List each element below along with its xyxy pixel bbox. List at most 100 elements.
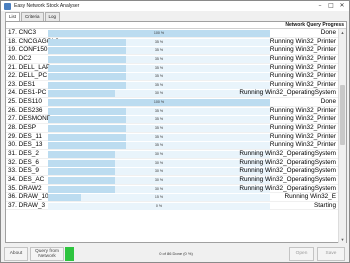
- tab-criteria[interactable]: Criteria: [21, 12, 44, 21]
- row-name: 24. DES1-PC: [8, 89, 47, 97]
- progress-percent: 30 %: [154, 169, 164, 174]
- row-status: Running Win32_OperatingSystem: [239, 184, 336, 192]
- about-button[interactable]: About: [4, 247, 28, 261]
- list-row[interactable]: 23. DES1 35 % Running Win32_Printer: [6, 81, 338, 90]
- row-name: 37. DRAW_3: [8, 201, 46, 209]
- list-row[interactable]: 35. DRAW2 30 % Running Win32_OperatingSyst…: [6, 185, 338, 194]
- progress-percent: 35 %: [154, 108, 164, 113]
- progress-percent: 30 %: [154, 177, 164, 182]
- list-row[interactable]: 22. DELL_PC 35 % Running Win32_Printer: [6, 72, 338, 81]
- row-status: Running Win32_Printer: [269, 63, 336, 71]
- progress-bar: 35 %: [48, 47, 270, 55]
- progress-percent: 30 %: [154, 91, 164, 96]
- list-row[interactable]: 34. DES_AC 30 % Running Win32_OperatingSys…: [6, 176, 338, 185]
- progress-percent: 35 %: [154, 65, 164, 70]
- progress-percent: 35 %: [154, 82, 164, 87]
- list-row[interactable]: 20. DC2 35 % Running Win32_Printer: [6, 55, 338, 64]
- header-title: Network Query Progress: [285, 22, 344, 28]
- progress-bar: 35 %: [48, 125, 270, 133]
- maximize-button[interactable]: □: [326, 2, 336, 9]
- list-row[interactable]: 31. DES_2 30 % Running Win32_OperatingSyst…: [6, 150, 338, 159]
- tab-log[interactable]: Log: [44, 12, 61, 21]
- list-row[interactable]: 29. DES_11 35 % Running Win32_Printer: [6, 133, 338, 142]
- progress-percent: 100 %: [153, 31, 165, 35]
- list-row[interactable]: 17. CNC3 100 % Done: [6, 29, 338, 38]
- progress-percent: 30 %: [154, 151, 164, 156]
- save-button[interactable]: Save: [317, 247, 345, 261]
- list-header: Network Query Progress: [6, 22, 346, 29]
- row-name: 32. DES_6: [8, 158, 39, 166]
- progress-bar: 35 %: [48, 107, 270, 115]
- row-status: Running Win32_Printer: [269, 46, 336, 54]
- list-row[interactable]: 28. DESP 35 % Running Win32_Printer: [6, 124, 338, 133]
- progress-bar: 100 %: [48, 30, 270, 37]
- row-name: 31. DES_2: [8, 149, 39, 157]
- progress-bar: 15 %: [48, 194, 270, 202]
- row-status: Running Win32_OperatingSystem: [239, 175, 336, 183]
- list-row[interactable]: 32. DES_6 30 % Running Win32_OperatingSyst…: [6, 159, 338, 168]
- app-window: Easy Network Stock Analyser – □ ✕ List C…: [0, 0, 350, 263]
- progress-list[interactable]: 17. CNC3 100 % Done 18. CNCGAGOL2 35 % Runnin…: [6, 29, 338, 243]
- row-name: 17. CNC3: [8, 29, 37, 36]
- progress-percent: 35 %: [154, 143, 164, 148]
- status-indicator: [65, 247, 74, 261]
- row-name: 25. DES110: [8, 98, 42, 106]
- progress-percent: 35 %: [154, 134, 164, 139]
- row-name: 34. DES_AC: [8, 175, 45, 183]
- progress-bar: 30 %: [48, 185, 270, 193]
- progress-bar: 35 %: [48, 142, 270, 150]
- progress-bar: 30 %: [48, 150, 270, 158]
- progress-percent: 30 %: [154, 186, 164, 191]
- progress-bar: 35 %: [48, 55, 270, 63]
- scroll-down-icon[interactable]: ▼: [339, 236, 346, 243]
- row-name: 19. CONF150: [8, 46, 48, 54]
- row-status: Running Win32_Printer: [269, 124, 336, 132]
- minimize-button[interactable]: –: [315, 2, 325, 9]
- row-status: Running Win32_Printer: [269, 80, 336, 88]
- row-name: 20. DC2: [8, 54, 32, 62]
- list-row[interactable]: 21. DELL_LAP 35 % Running Win32_Printer: [6, 64, 338, 73]
- progress-bar: 35 %: [48, 64, 270, 72]
- list-row[interactable]: 25. DES110 100 % Done: [6, 98, 338, 107]
- progress-percent: 35 %: [154, 48, 164, 53]
- row-name: 27. DESMOND: [8, 115, 52, 123]
- scroll-up-icon[interactable]: ▲: [339, 29, 346, 36]
- row-name: 36. DRAW_10: [8, 193, 49, 201]
- progress-percent: 35 %: [154, 117, 164, 122]
- list-row[interactable]: 36. DRAW_10 15 % Running Win32_E: [6, 193, 338, 202]
- list-row[interactable]: 24. DES1-PC 30 % Running Win32_OperatingSy…: [6, 89, 338, 99]
- list-row[interactable]: 26. DES236 35 % Running Win32_Printer: [6, 107, 338, 116]
- list-row[interactable]: 27. DESMOND 35 % Running Win32_Printer: [6, 115, 338, 125]
- progress-percent: 35 %: [154, 39, 164, 44]
- bottom-toolbar: About Query from Network 0 of 86 Done (0 …: [1, 245, 349, 263]
- scroll-thumb[interactable]: [340, 85, 345, 145]
- row-name: 26. DES236: [8, 106, 43, 114]
- row-name: 22. DELL_PC: [8, 72, 48, 80]
- list-row[interactable]: 33. DES_9 30 % Running Win32_OperatingSyst…: [6, 167, 338, 176]
- overall-status-text: 0 of 86 Done (0 %): [159, 251, 193, 256]
- row-status: Done: [320, 98, 336, 106]
- list-row[interactable]: 18. CNCGAGOL2 35 % Running Win32_Printer: [6, 38, 338, 47]
- progress-bar: 30 %: [48, 90, 270, 98]
- progress-panel: Network Query Progress 17. CNC3 100 % Done…: [5, 21, 347, 243]
- row-name: 30. DES_13: [8, 141, 43, 149]
- row-status: Running Win32_OperatingSystem: [239, 158, 336, 166]
- row-status: Running Win32_Printer: [269, 106, 336, 114]
- progress-percent: 30 %: [154, 160, 164, 165]
- progress-bar: 30 %: [48, 159, 270, 167]
- progress-percent: 35 %: [154, 126, 164, 131]
- list-row[interactable]: 37. DRAW_3 0 % Starting: [6, 202, 338, 211]
- row-status: Running Win32_Printer: [269, 132, 336, 140]
- list-row[interactable]: 19. CONF150 35 % Running Win32_Printer: [6, 46, 338, 55]
- close-button[interactable]: ✕: [337, 2, 347, 9]
- progress-bar: 35 %: [48, 81, 270, 89]
- list-row[interactable]: 30. DES_13 35 % Running Win32_Printer: [6, 141, 338, 150]
- open-button[interactable]: Open: [289, 247, 314, 261]
- query-network-button[interactable]: Query from Network: [30, 247, 64, 261]
- vertical-scrollbar[interactable]: ▲ ▼: [338, 29, 346, 243]
- tab-strip: List Criteria Log: [5, 12, 61, 21]
- tab-list[interactable]: List: [5, 12, 21, 21]
- row-status: Starting: [313, 201, 336, 209]
- row-status: Running Win32_Printer: [269, 54, 336, 62]
- progress-percent: 35 %: [154, 74, 164, 79]
